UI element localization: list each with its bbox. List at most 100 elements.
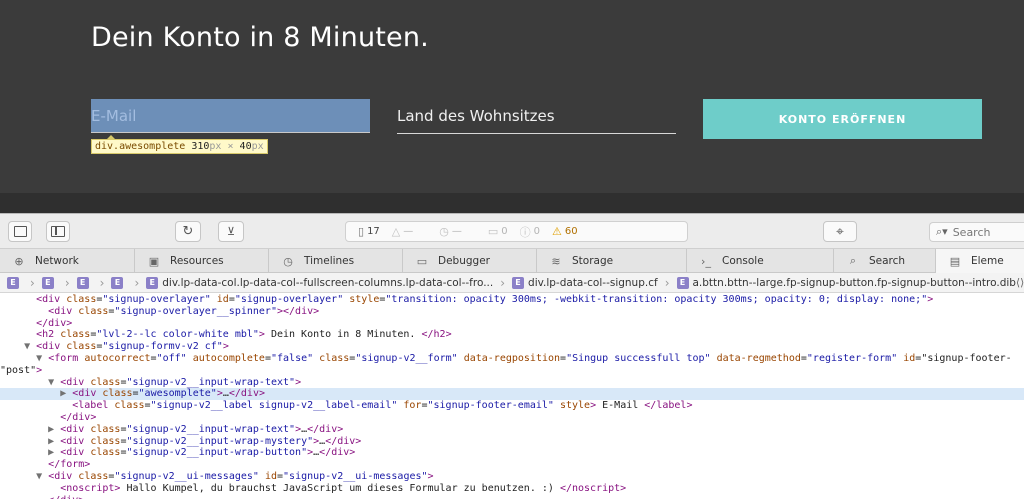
tooltip-height: 40	[239, 141, 252, 152]
tab-storage[interactable]: ≋ Storage	[537, 249, 687, 273]
search-placeholder: Search	[952, 225, 991, 239]
tab-network[interactable]: ⊕ Network	[0, 249, 135, 273]
chevron-right-icon: ›	[64, 275, 70, 290]
tab-label: Network	[35, 255, 79, 267]
dom-tree-line[interactable]: </div>	[0, 495, 1024, 499]
dom-tree-line[interactable]: "post">	[0, 365, 1024, 377]
dock-button[interactable]	[8, 221, 32, 242]
dom-tree-line[interactable]: <h2 class="lvl-2--lc color-white mbl"> D…	[0, 329, 1024, 341]
dom-tree-line[interactable]: </div>	[0, 412, 1024, 424]
dom-tree-line[interactable]: </div>	[0, 318, 1024, 330]
tab-label: Storage	[572, 255, 614, 267]
tab-label: Eleme	[971, 255, 1004, 267]
country-label: Land des Wohnsitzes	[397, 107, 555, 125]
country-field[interactable]: Land des Wohnsitzes	[397, 100, 676, 134]
element-icon: E	[146, 276, 159, 289]
timelines-icon: ◷	[283, 254, 293, 268]
windows-icon	[13, 223, 30, 237]
web-inspector: ↻ ⊻ ▯ 17 △ — ◷ — ▭ 0 ⓘ 0 ⚠ 60 ⌖ ⌕▾ Searc…	[0, 213, 1024, 499]
tab-debugger[interactable]: ▭ Debugger	[403, 249, 537, 273]
magnifier-icon: ⌕▾	[936, 225, 948, 238]
reload-icon: ↻	[182, 224, 194, 239]
dom-tree-line[interactable]: ▶ <div class="signup-v2__input-wrap-text…	[0, 424, 1024, 436]
tab-search[interactable]: ⌕ Search	[834, 249, 936, 273]
dom-tree-line[interactable]: <label class="signup-v2__label signup-v2…	[0, 400, 1024, 412]
tab-label: Timelines	[304, 255, 355, 267]
tab-label: Search	[869, 255, 906, 267]
console-icon: ›_	[701, 254, 711, 268]
breadcrumb-label: a.bttn.bttn--large.fp-signup-button.fp-s…	[692, 276, 1016, 289]
element-icon: E	[512, 276, 525, 289]
chevron-right-icon: ›	[664, 275, 670, 290]
activity-viewer[interactable]: ▯ 17 △ — ◷ — ▭ 0 ⓘ 0 ⚠ 60	[345, 221, 688, 242]
tooltip-selector: div.awesomplete	[95, 141, 186, 152]
dom-tree[interactable]: <div class="signup-overlayer" id="signup…	[0, 294, 1024, 499]
dom-tree-line[interactable]: <noscript> Hallo Kumpel, du brauchst Jav…	[0, 483, 1024, 495]
dom-tree-line[interactable]: <div class="signup-overlayer" id="signup…	[0, 294, 1024, 306]
dom-tree-line[interactable]: ▼ <div class="signup-v2__input-wrap-text…	[0, 377, 1024, 389]
split-view-button[interactable]	[46, 221, 70, 242]
dom-breadcrumb: E › E › E › E › Ediv.lp-data-col.lp-data-col…	[0, 273, 1024, 293]
download-button[interactable]: ⊻	[218, 221, 244, 242]
breadcrumb-item[interactable]: E ›	[7, 276, 35, 290]
error-count[interactable]: ⓘ 0	[520, 224, 540, 240]
breadcrumb-item[interactable]: Ediv.lp-data-col--signup.cf ›	[512, 275, 670, 290]
breadcrumb-item[interactable]: E ›	[41, 275, 70, 290]
dom-tree-line[interactable]: ▶ <div class="signup-v2__input-wrap-butt…	[0, 447, 1024, 459]
dom-tree-line[interactable]: ▼ <div class="signup-formv-v2 cf">	[0, 341, 1024, 353]
tab-label: Debugger	[438, 255, 490, 267]
element-picker-button[interactable]: ⌖	[823, 221, 857, 242]
inspector-toolbar: ↻ ⊻ ▯ 17 △ — ◷ — ▭ 0 ⓘ 0 ⚠ 60 ⌖ ⌕▾ Searc…	[0, 214, 1024, 249]
time-indicator: ◷ —	[439, 225, 462, 238]
resource-count[interactable]: ▯ 17	[358, 225, 380, 238]
tab-elements[interactable]: ▤ Eleme	[936, 249, 1024, 273]
load-indicator: △ —	[392, 225, 413, 238]
log-count[interactable]: ▭ 0	[488, 225, 508, 238]
page-headline: Dein Konto in 8 Minuten.	[91, 22, 429, 53]
warning-count-value: 60	[564, 226, 578, 237]
dom-tree-line[interactable]: ▶ <div class="signup-v2__input-wrap-myst…	[0, 436, 1024, 448]
reload-button[interactable]: ↻	[175, 221, 201, 242]
email-input[interactable]	[91, 99, 370, 133]
element-icon: E	[7, 276, 19, 289]
breadcrumb-item[interactable]: Ea.bttn.bttn--large.fp-signup-button.fp-…	[676, 276, 1016, 289]
storage-icon: ≋	[551, 254, 561, 268]
breadcrumb-item[interactable]: E ›	[76, 276, 104, 290]
dom-tree-line[interactable]: ▼ <form autocorrect="off" autocomplete="…	[0, 353, 1024, 365]
crosshair-icon: ⌖	[836, 223, 844, 240]
tab-label: Resources	[170, 255, 224, 267]
resources-icon: ▣	[148, 254, 160, 268]
element-icon: E	[41, 276, 54, 289]
page-bottom-strip	[0, 193, 1024, 213]
search-icon: ⌕	[849, 254, 857, 267]
dom-tree-line[interactable]: </form>	[0, 459, 1024, 471]
breadcrumb-label: div.lp-data-col.lp-data-col--fullscreen-…	[162, 276, 494, 289]
element-icon: E	[111, 276, 124, 289]
dom-tree-line[interactable]: ▼ <div class="signup-v2__ui-messages" id…	[0, 471, 1024, 483]
braces-icon[interactable]: ⟨⟩	[1016, 277, 1024, 289]
chevron-right-icon: ›	[30, 275, 35, 290]
tab-timelines[interactable]: ◷ Timelines	[269, 249, 403, 273]
breadcrumb-item[interactable]: Ediv.lp-data-col.lp-data-col--fullscreen…	[146, 276, 505, 290]
tab-label: Console	[722, 255, 764, 267]
time-dash: —	[451, 226, 462, 237]
chevron-right-icon: ›	[134, 275, 140, 290]
element-size-tooltip: div.awesomplete 310px × 40px	[91, 135, 268, 154]
network-icon: ⊕	[14, 254, 24, 268]
dom-tree-line[interactable]: ▶ <div class="awesomplete">…</div>	[0, 388, 1024, 401]
log-count-value: 0	[501, 226, 508, 237]
tab-console[interactable]: ›_ Console	[687, 249, 834, 273]
tooltip-times: ×	[227, 141, 234, 152]
error-icon: ⓘ	[519, 225, 531, 239]
toolbar-search[interactable]: ⌕▾ Search	[929, 222, 1024, 242]
error-count-value: 0	[533, 226, 541, 237]
tab-resources[interactable]: ▣ Resources	[135, 249, 269, 273]
breadcrumb-item[interactable]: E ›	[111, 276, 139, 290]
warning-icon: ⚠	[552, 225, 562, 238]
open-account-button[interactable]: KONTO ERÖFFNEN	[703, 99, 982, 139]
chevron-right-icon: ›	[500, 275, 506, 290]
tooltip-width: 310	[191, 141, 210, 152]
page-area: Dein Konto in 8 Minuten. div.awesomplete…	[0, 0, 1024, 213]
warning-count[interactable]: ⚠ 60	[552, 225, 578, 238]
dom-tree-line[interactable]: <div class="signup-overlayer__spinner"><…	[0, 306, 1024, 318]
